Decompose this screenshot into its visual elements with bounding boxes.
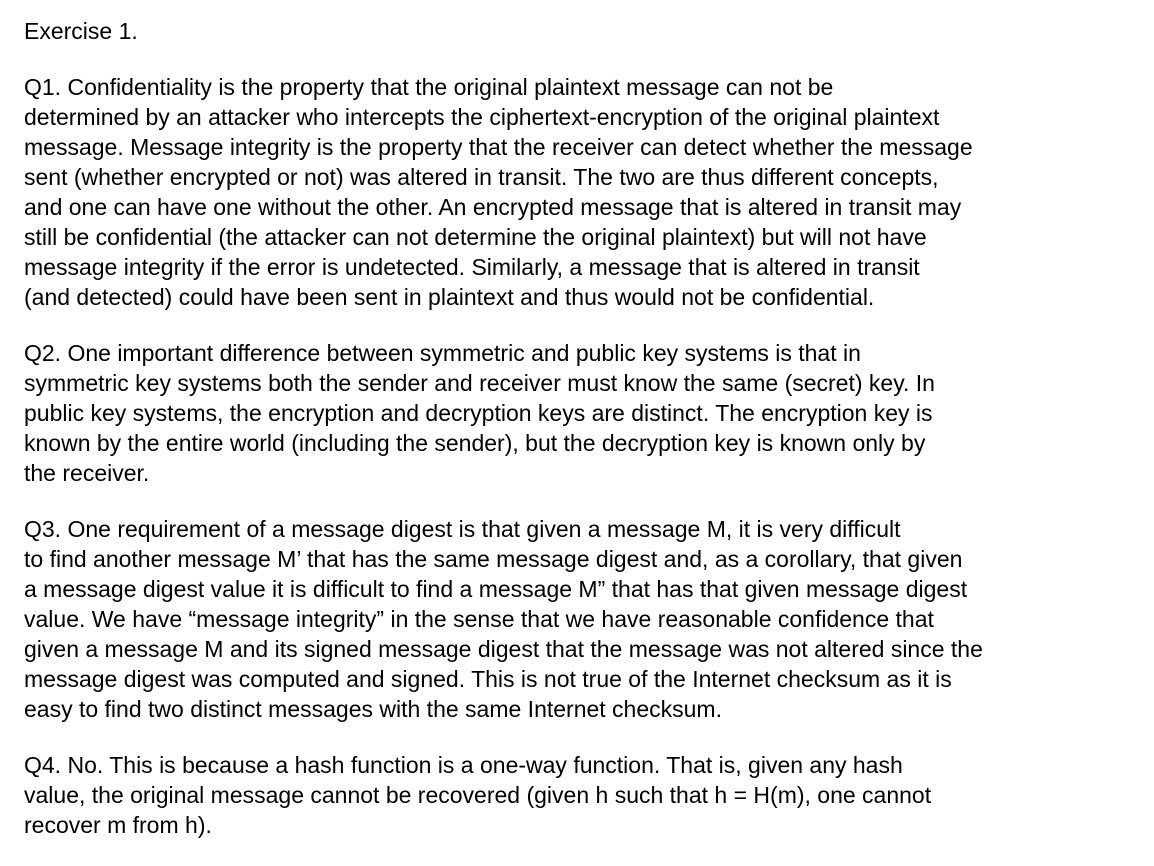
answer-line: Q4. No. This is because a hash function … bbox=[24, 752, 903, 778]
answer-q1: Q1. Confidentiality is the property that… bbox=[24, 72, 1139, 312]
answer-line: value. We have “message integrity” in th… bbox=[24, 606, 934, 632]
answer-line: a message digest value it is difficult t… bbox=[24, 576, 968, 602]
answer-line: message integrity if the error is undete… bbox=[24, 254, 920, 280]
answer-line: still be confidential (the attacker can … bbox=[24, 224, 927, 250]
document-title: Exercise 1. bbox=[24, 18, 138, 44]
answer-line: known by the entire world (including the… bbox=[24, 430, 926, 456]
answer-line: Q2. One important difference between sym… bbox=[24, 340, 861, 366]
answer-line: sent (whether encrypted or not) was alte… bbox=[24, 164, 939, 190]
answer-line: message digest was computed and signed. … bbox=[24, 666, 952, 692]
answer-line: Q3. One requirement of a message digest … bbox=[24, 516, 901, 542]
answer-line: value, the original message cannot be re… bbox=[24, 782, 932, 808]
answer-q2: Q2. One important difference between sym… bbox=[24, 338, 1139, 488]
answer-line: determined by an attacker who intercepts… bbox=[24, 104, 940, 130]
answer-line: Q1. Confidentiality is the property that… bbox=[24, 74, 834, 100]
answer-line: and one can have one without the other. … bbox=[24, 194, 962, 220]
answer-line: the receiver. bbox=[24, 460, 150, 486]
answer-line: given a message M and its signed message… bbox=[24, 636, 983, 662]
answer-line: recover m from h). bbox=[24, 812, 212, 838]
answer-q3: Q3. One requirement of a message digest … bbox=[24, 514, 1139, 724]
answer-line: symmetric key systems both the sender an… bbox=[24, 370, 935, 396]
answer-line: message. Message integrity is the proper… bbox=[24, 134, 973, 160]
answer-line: easy to find two distinct messages with … bbox=[24, 696, 722, 722]
answer-q4: Q4. No. This is because a hash function … bbox=[24, 750, 1139, 840]
answer-line: (and detected) could have been sent in p… bbox=[24, 284, 875, 310]
document: Exercise 1. Q1. Confidentiality is the p… bbox=[24, 16, 1139, 866]
answer-line: public key systems, the encryption and d… bbox=[24, 400, 933, 426]
answer-line: to find another message M’ that has the … bbox=[24, 546, 963, 572]
